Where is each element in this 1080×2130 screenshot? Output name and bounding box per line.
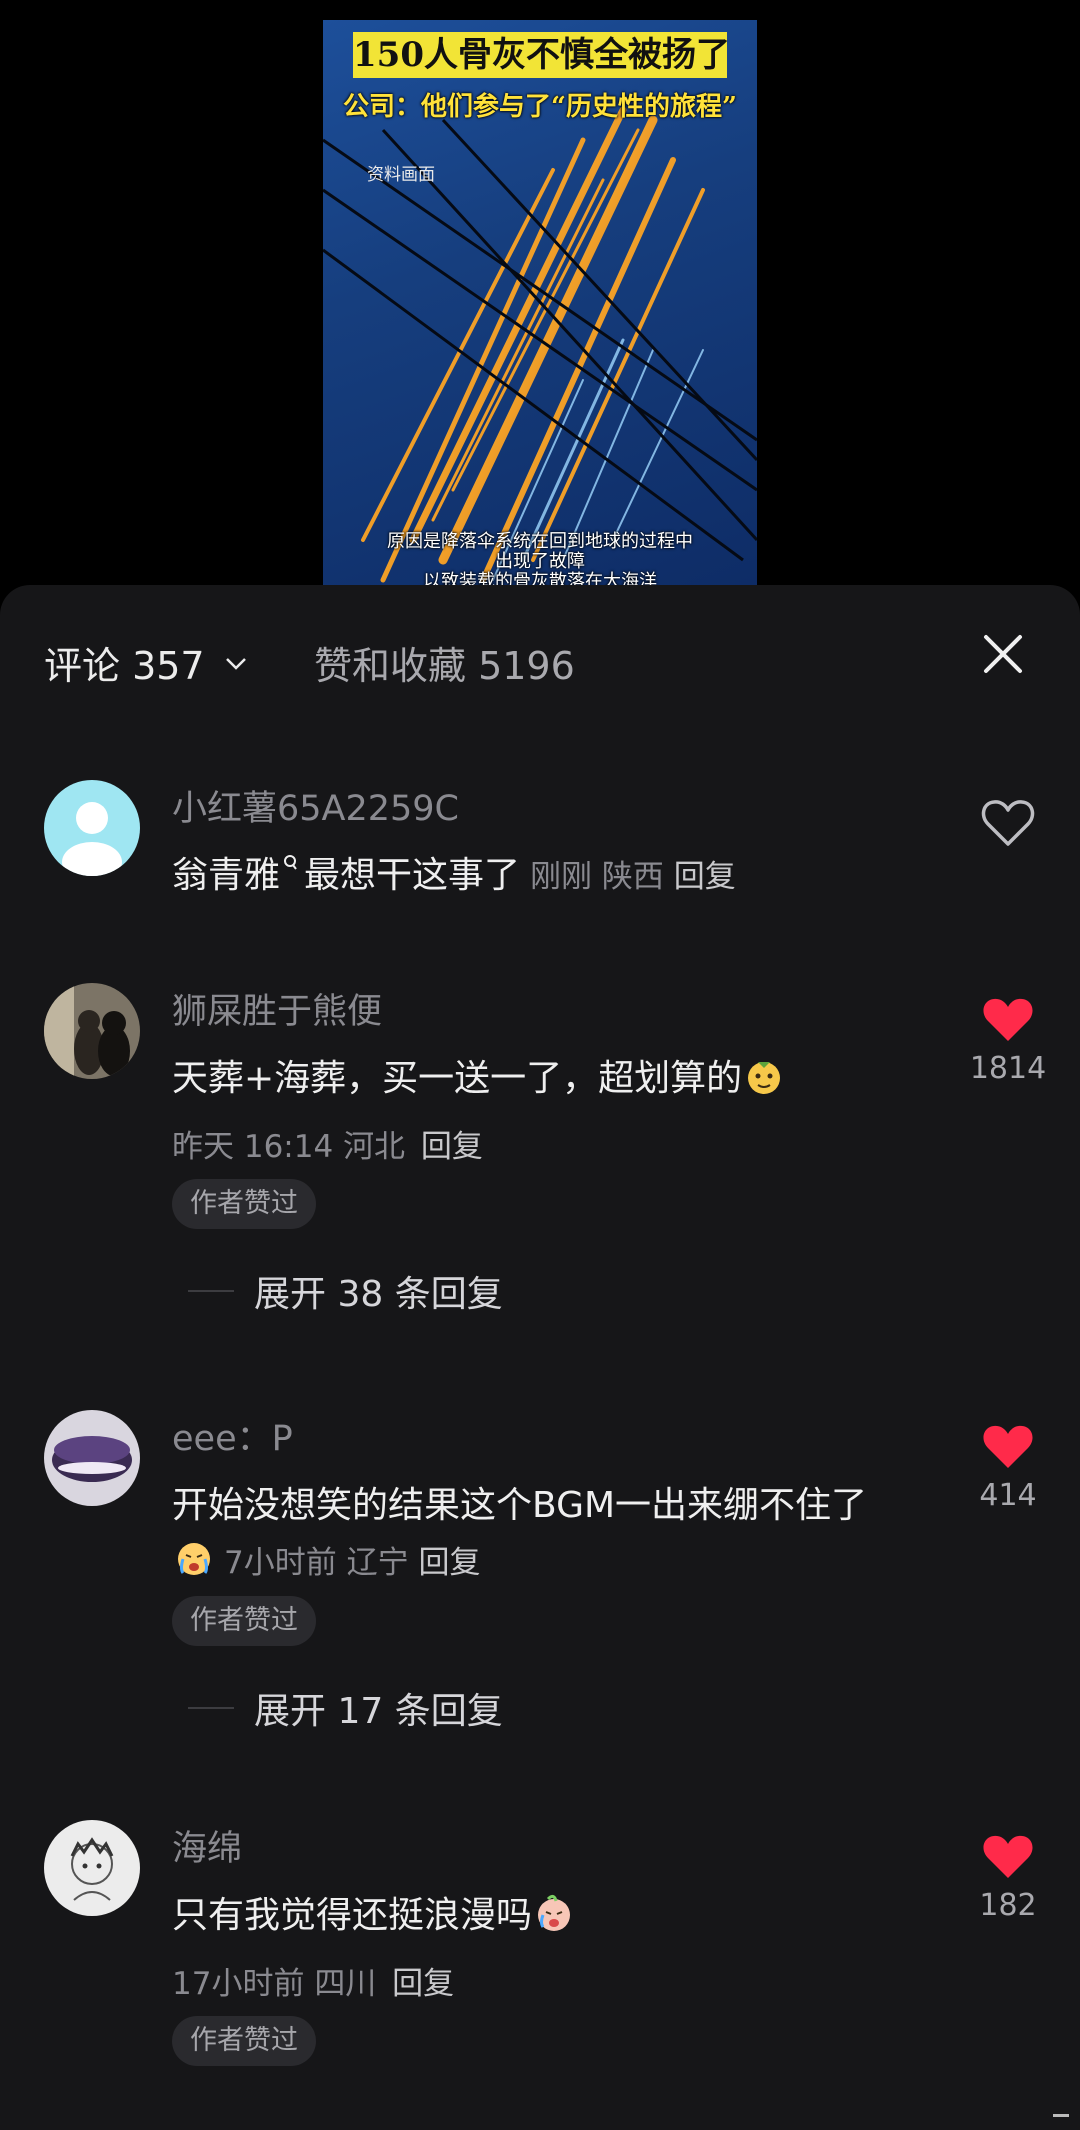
- macaron-avatar-image: [44, 1410, 140, 1506]
- avatar[interactable]: [44, 1410, 140, 1506]
- sly-face-emoji-icon: [748, 1062, 781, 1094]
- video-subtitle-line: 出现了故障: [495, 551, 585, 572]
- comment-text: 翁青雅 最想干这事了 刚刚 陕西 回复: [172, 848, 892, 905]
- tab-likes-and-collects[interactable]: 赞和收藏 5196: [314, 635, 575, 690]
- reply-button[interactable]: 回复: [674, 859, 736, 895]
- close-icon[interactable]: [978, 629, 1028, 679]
- crying-face-emoji-icon: [178, 1543, 210, 1575]
- comment-username[interactable]: 狮屎胜于熊便: [172, 983, 382, 1034]
- comment-body: 天葬+海葬，买一送一了，超划算的: [172, 1058, 743, 1099]
- crying-baby-emoji-icon: [538, 1894, 571, 1931]
- comment-location: 辽宁: [346, 1545, 409, 1581]
- avatar[interactable]: [44, 1820, 140, 1916]
- comment-text: 开始没想笑的结果这个BGM一出来绷不住了 7小时前 辽宁 回复: [172, 1478, 892, 1591]
- comments-panel: 评论 357 赞和收藏 5196 小红薯65A2259C 翁青雅 最想干这事了 刚刚…: [0, 585, 1080, 2130]
- like-button[interactable]: [958, 798, 1058, 848]
- heart-filled-icon: [983, 998, 1033, 1041]
- heart-filled-icon: [983, 1835, 1033, 1878]
- author-liked-badge: 作者赞过: [172, 1179, 316, 1229]
- comment-location: 陕西: [601, 859, 664, 895]
- heart-filled-icon: [983, 1425, 1033, 1468]
- comment-text: 天葬+海葬，买一送一了，超划算的: [172, 1051, 892, 1107]
- like-count: 182: [979, 1888, 1037, 1923]
- comment-location: 四川: [314, 1966, 377, 2002]
- divider: [188, 1290, 234, 1292]
- chevron-down-icon: [225, 657, 246, 670]
- divider: [188, 1707, 234, 1709]
- comment-body: 开始没想笑的结果这个BGM一出来绷不住了: [172, 1485, 868, 1526]
- like-button[interactable]: 414: [958, 1422, 1058, 1513]
- comment-username[interactable]: eee：P: [172, 1410, 293, 1461]
- comment-mention[interactable]: 翁青雅: [172, 855, 280, 896]
- video-watermark: 资料画面: [367, 165, 435, 185]
- reply-button[interactable]: 回复: [421, 1129, 483, 1165]
- like-count: 414: [979, 1478, 1037, 1513]
- comment-body: 只有我觉得还挺浪漫吗: [172, 1895, 533, 1936]
- tab-comments[interactable]: 评论 357: [44, 635, 249, 690]
- default-avatar-icon: [44, 780, 140, 876]
- expand-replies-button[interactable]: 展开 17 条回复: [188, 1682, 503, 1734]
- comment-time: 昨天 16:14: [172, 1129, 334, 1165]
- like-button[interactable]: 1814: [958, 995, 1058, 1086]
- like-button[interactable]: 182: [958, 1832, 1058, 1923]
- sketch-avatar-image: [44, 1820, 140, 1916]
- video-preview[interactable]: 150人骨灰不慎全被扬了 公司：他们参与了“历史性的旅程” 资料画面 原因是降落…: [323, 20, 757, 590]
- video-caption-title: 150人骨灰不慎全被扬了: [353, 32, 730, 78]
- comment-username[interactable]: 小红薯65A2259C: [172, 780, 459, 831]
- author-liked-badge: 作者赞过: [172, 1596, 316, 1646]
- video-subtitle-line: 原因是降落伞系统在回到地球的过程中: [387, 531, 693, 552]
- avatar[interactable]: [44, 780, 140, 876]
- video-caption-quote: 公司：他们参与了“历史性的旅程”: [343, 92, 737, 122]
- comment-text: 只有我觉得还挺浪漫吗: [172, 1888, 892, 1944]
- like-count: 1814: [969, 1051, 1047, 1086]
- expand-replies-label: 展开 17 条回复: [254, 1691, 503, 1732]
- comment-body: 最想干这事了: [304, 855, 521, 896]
- comment-meta: 昨天 16:14 河北 回复: [172, 1121, 483, 1166]
- comment-username[interactable]: 海绵: [172, 1820, 242, 1871]
- video-subtitle: 原因是降落伞系统在回到地球的过程中 出现了故障 以致装载的骨灰散落在大海洋: [333, 531, 747, 591]
- comment-meta: 17小时前 四川 回复: [172, 1958, 454, 2003]
- expand-replies-label: 展开 38 条回复: [254, 1274, 503, 1315]
- reply-button[interactable]: 回复: [418, 1545, 480, 1581]
- expand-replies-button[interactable]: 展开 38 条回复: [188, 1265, 503, 1317]
- cats-avatar-image: [44, 983, 140, 1079]
- comment-location: 河北: [343, 1129, 406, 1165]
- search-mention-icon: [284, 855, 297, 870]
- comment-time: 刚刚: [530, 859, 593, 895]
- comment-time: 17小时前: [172, 1966, 305, 2002]
- comment-time: 7小时前: [224, 1545, 337, 1581]
- heart-outline-icon: [981, 800, 1035, 846]
- avatar[interactable]: [44, 983, 140, 1079]
- reply-button[interactable]: 回复: [392, 1966, 454, 2002]
- author-liked-badge: 作者赞过: [172, 2016, 316, 2066]
- home-indicator: [1053, 2114, 1069, 2117]
- tab-comments-label: 评论 357: [44, 644, 205, 688]
